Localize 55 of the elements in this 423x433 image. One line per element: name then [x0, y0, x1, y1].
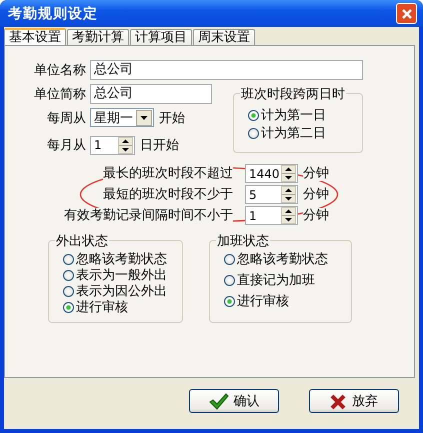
- radio-indicator[interactable]: [224, 296, 235, 306]
- spin-field[interactable]: 1: [245, 206, 298, 225]
- radio-button[interactable]: 直接记为加班: [224, 272, 351, 288]
- tab[interactable]: 周末设置: [193, 29, 255, 45]
- suffix-label: 日开始: [140, 137, 179, 154]
- radio-button[interactable]: 表示为因公外出: [63, 283, 182, 299]
- radio-indicator[interactable]: [248, 110, 259, 120]
- radio-button[interactable]: 计为第二日: [248, 125, 362, 141]
- input-field[interactable]: 总公司: [90, 84, 212, 104]
- cross-icon: [330, 392, 347, 410]
- field-label: 单位简称: [33, 86, 86, 103]
- radio-button[interactable]: 进行审核: [224, 293, 351, 309]
- radio-button[interactable]: 进行审核: [63, 299, 182, 315]
- radio-indicator[interactable]: [63, 254, 74, 264]
- radio-indicator[interactable]: [63, 270, 74, 280]
- group-title: 班次时段跨两日时: [240, 85, 346, 103]
- close-icon: [400, 8, 412, 20]
- field-label: 单位名称: [33, 62, 86, 79]
- radio-button[interactable]: 忽略该考勤状态: [224, 251, 351, 267]
- spin-arrows-icon[interactable]: [281, 165, 296, 182]
- radio-indicator[interactable]: [63, 302, 74, 312]
- radio-button[interactable]: 计为第一日: [248, 107, 362, 123]
- close-button[interactable]: [396, 3, 417, 24]
- tab[interactable]: 计算项目: [130, 29, 192, 45]
- checkmark-icon: [208, 392, 228, 410]
- cancel-button[interactable]: 放弃: [309, 389, 399, 413]
- spin-field[interactable]: 1: [90, 136, 135, 154]
- suffix-label: 开始: [159, 110, 185, 126]
- group-title: 加班状态: [216, 232, 270, 250]
- field-label: 有效考勤记录间隔时间不小于: [64, 208, 233, 223]
- field-label: 最长的班次时段不超过: [103, 166, 233, 181]
- radio-button[interactable]: 忽略该考勤状态: [63, 251, 182, 267]
- unit-label: 分钟: [303, 187, 329, 202]
- radio-indicator[interactable]: [224, 274, 235, 286]
- field-label: 每周从: [46, 110, 86, 126]
- radio-indicator[interactable]: [224, 254, 235, 264]
- tab[interactable]: 基本设置: [4, 28, 66, 46]
- window-title: 考勤规则设定: [8, 4, 98, 22]
- spin-field[interactable]: 5: [245, 185, 298, 204]
- dropdown[interactable]: 星期一: [90, 108, 154, 127]
- field-label: 最短的班次时段不少于: [103, 187, 233, 202]
- input-field[interactable]: 总公司: [90, 60, 363, 80]
- tab[interactable]: 考勤计算: [67, 29, 129, 45]
- group-title: 外出状态: [55, 232, 109, 250]
- unit-label: 分钟: [303, 208, 329, 223]
- field-label: 每月从: [46, 137, 86, 154]
- unit-label: 分钟: [303, 166, 329, 181]
- spin-arrows-icon[interactable]: [118, 136, 133, 154]
- radio-indicator[interactable]: [248, 128, 259, 138]
- confirm-button[interactable]: 确认: [189, 389, 279, 413]
- spin-field[interactable]: 1440: [245, 164, 298, 183]
- spin-arrows-icon[interactable]: [281, 186, 296, 203]
- radio-button[interactable]: 表示为一般外出: [63, 267, 182, 283]
- spin-arrows-icon[interactable]: [281, 207, 296, 224]
- radio-indicator[interactable]: [63, 286, 74, 296]
